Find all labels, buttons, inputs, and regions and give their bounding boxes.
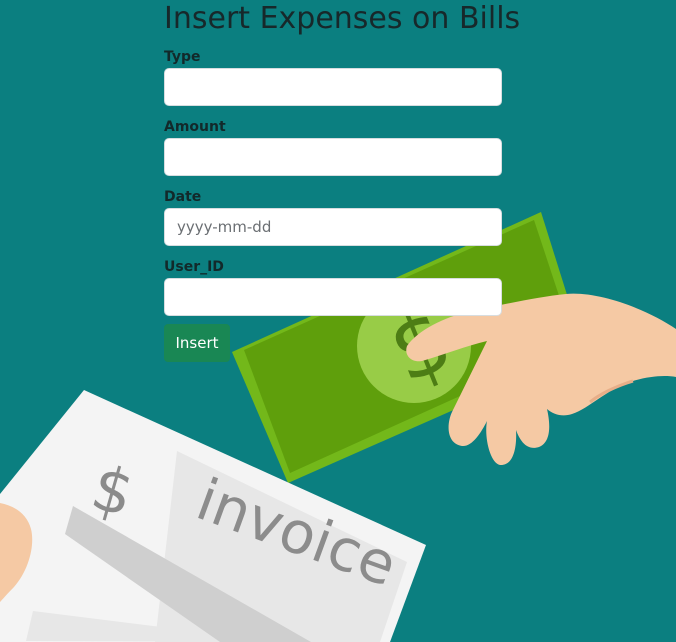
type-label: Type [164, 49, 201, 65]
amount-input[interactable] [164, 138, 502, 176]
date-input[interactable] [164, 208, 502, 246]
date-label: Date [164, 189, 202, 205]
type-input[interactable] [164, 68, 502, 106]
user-id-label: User_ID [164, 259, 224, 275]
insert-button[interactable]: Insert [164, 324, 230, 362]
user-id-input[interactable] [164, 278, 502, 316]
amount-label: Amount [164, 119, 226, 135]
page-title: Insert Expenses on Bills [164, 1, 521, 36]
